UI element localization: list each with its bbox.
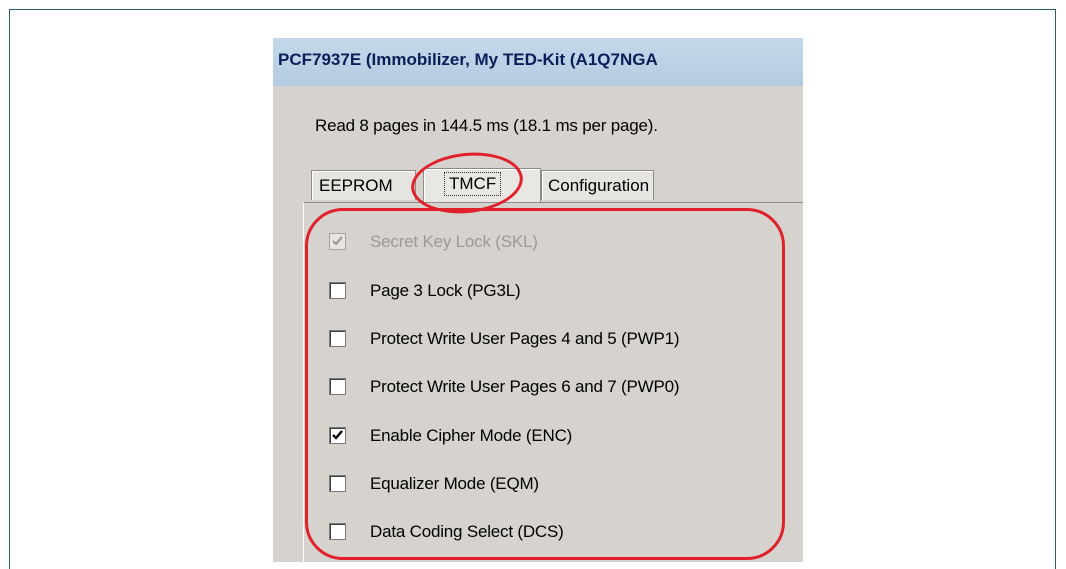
option-label: Page 3 Lock (PG3L) [370,281,521,300]
option-label: Protect Write User Pages 4 and 5 (PWP1) [370,329,680,348]
window-title: PCF7937E (Immobilizer, My TED-Kit (A1Q7N… [278,50,658,69]
tab-label: Configuration [548,176,650,195]
tab-eeprom[interactable]: EEPROM [311,170,416,200]
option-label: Data Coding Select (DCS) [370,522,564,541]
option-skl: Secret Key Lock (SKL) [329,230,799,256]
tab-tmcf[interactable]: TMCF [423,168,541,202]
option-pg3l[interactable]: Page 3 Lock (PG3L) [329,279,799,305]
option-label: Secret Key Lock (SKL) [370,232,538,251]
tab-label: EEPROM [319,176,393,195]
checkbox-dcs[interactable] [329,523,346,540]
option-label: Enable Cipher Mode (ENC) [370,426,573,445]
checkbox-pwp1[interactable] [329,330,346,347]
read-status-text: Read 8 pages in 144.5 ms (18.1 ms per pa… [315,116,658,135]
title-bar[interactable]: PCF7937E (Immobilizer, My TED-Kit (A1Q7N… [273,38,803,86]
checkbox-pg3l[interactable] [329,282,346,299]
option-pwp1[interactable]: Protect Write User Pages 4 and 5 (PWP1) [329,327,799,353]
checkbox-skl [329,233,346,250]
tab-strip: EEPROM Configuration TMCF [305,168,803,202]
tab-label: TMCF [444,172,502,196]
check-mark-icon [332,430,343,440]
checkbox-enc[interactable] [329,427,346,444]
option-eqm[interactable]: Equalizer Mode (EQM) [329,472,799,498]
checkbox-eqm[interactable] [329,475,346,492]
tab-configuration[interactable]: Configuration [541,170,654,200]
checkbox-pwp0[interactable] [329,378,346,395]
option-dcs[interactable]: Data Coding Select (DCS) [329,520,799,546]
option-enc[interactable]: Enable Cipher Mode (ENC) [329,424,799,450]
option-label: Equalizer Mode (EQM) [370,474,539,493]
check-mark-icon [332,236,343,246]
option-pwp0[interactable]: Protect Write User Pages 6 and 7 (PWP0) [329,375,799,401]
option-label: Protect Write User Pages 6 and 7 (PWP0) [370,377,680,396]
